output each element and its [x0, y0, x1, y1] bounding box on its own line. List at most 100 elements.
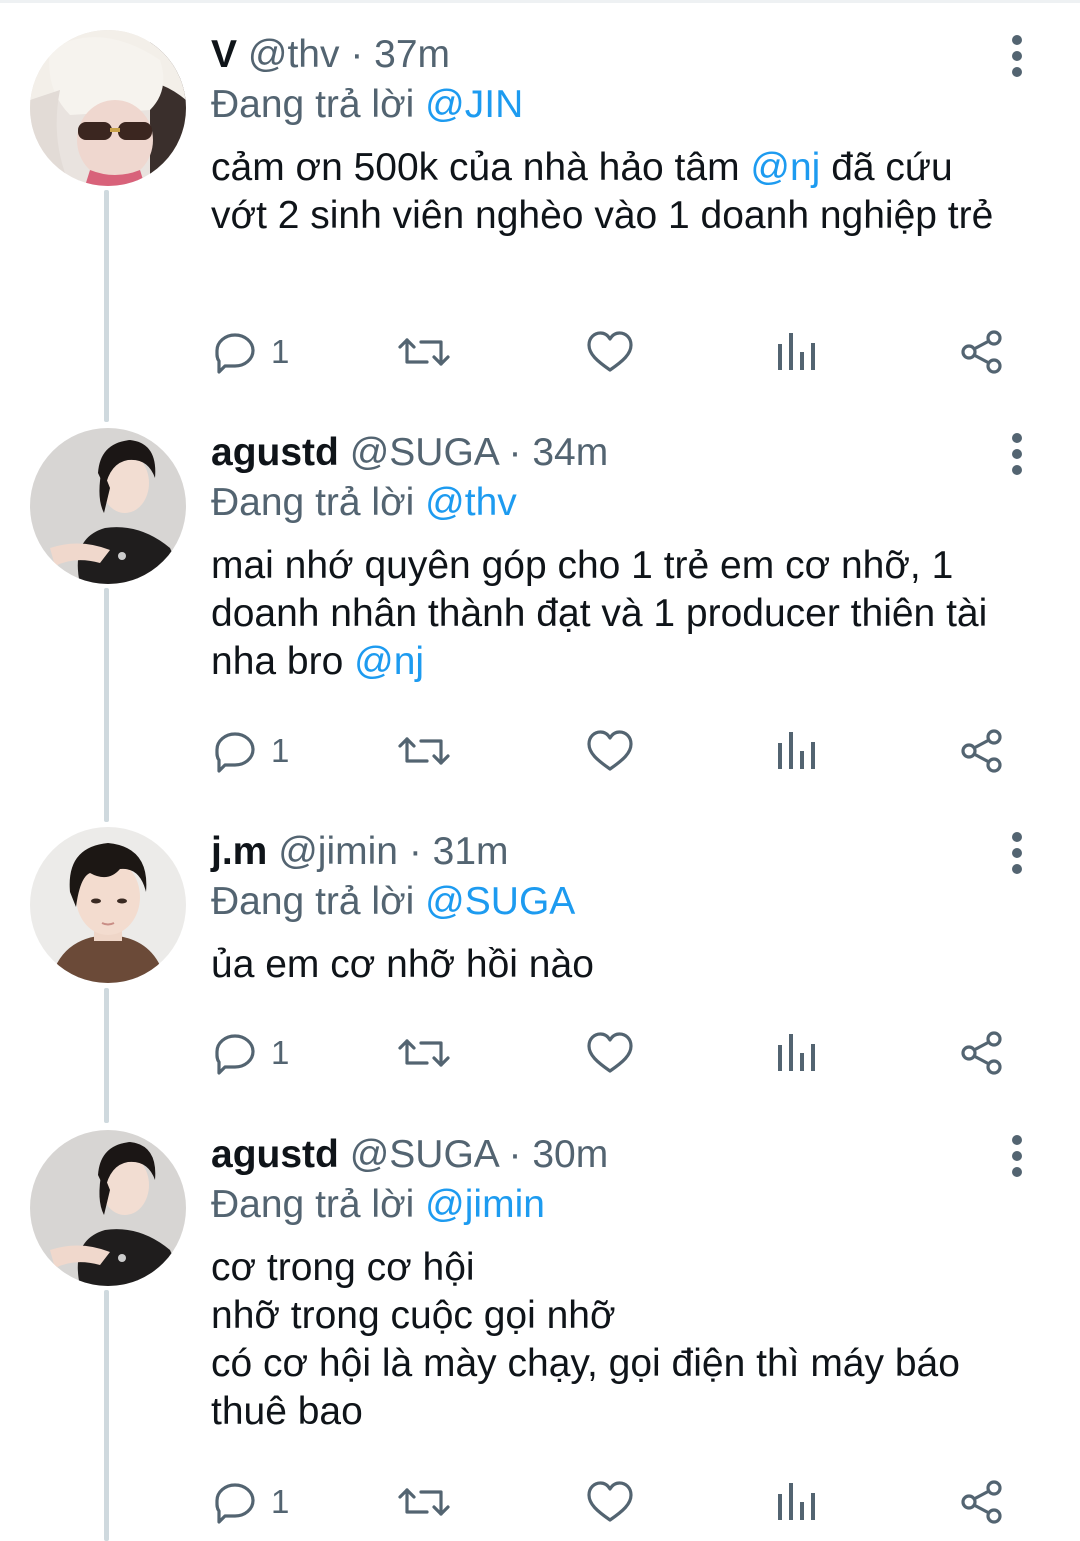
like-button[interactable] — [585, 721, 635, 781]
share-icon — [961, 729, 1002, 773]
tweet-text: cảm ơn 500k của nhà hảo tâm @nj đã cứu v… — [211, 144, 1011, 240]
mention-link[interactable]: @nj — [354, 640, 424, 683]
reply-bubble-icon — [215, 333, 255, 374]
timestamp[interactable]: 34m — [532, 431, 608, 474]
reply-button[interactable]: 1 — [211, 1472, 289, 1532]
bar-chart-icon — [778, 333, 815, 370]
heart-icon — [587, 1481, 633, 1522]
separator: · — [508, 1133, 522, 1176]
share-button[interactable] — [959, 721, 1005, 781]
tweet-text-part: cơ trong cơ hội nhỡ trong cuộc gọi nhỡ c… — [211, 1246, 960, 1433]
display-name[interactable]: j.m — [211, 830, 267, 873]
reply-count: 1 — [271, 333, 290, 370]
handle[interactable]: @SUGA — [350, 1133, 498, 1176]
separator: · — [408, 830, 422, 873]
replying-to-label: Đang trả lời — [211, 880, 426, 923]
replying-to: Đang trả lời @SUGA — [211, 877, 1011, 927]
more-vertical-icon[interactable] — [1001, 32, 1033, 80]
tweet[interactable]: agustd @SUGA · 34m Đang trả lời @thv mai… — [0, 428, 1080, 788]
replying-to-mention[interactable]: @SUGA — [425, 880, 575, 923]
share-icon — [961, 1480, 1002, 1524]
reply-button[interactable]: 1 — [211, 322, 289, 382]
reply-bubble-icon — [215, 732, 255, 773]
handle[interactable]: @jimin — [278, 830, 398, 873]
tweet[interactable]: V @thv · 37m Đang trả lời @JIN cảm ơn 50… — [0, 30, 1080, 390]
share-icon — [961, 330, 1002, 374]
heart-icon — [587, 730, 633, 771]
tweet-header: agustd @SUGA · 30m — [211, 1130, 1011, 1180]
share-icon — [961, 1031, 1002, 1075]
tweet-text-part: ủa em cơ nhỡ hồi nào — [211, 943, 594, 986]
retweet-button[interactable] — [397, 322, 451, 382]
reply-count: 1 — [271, 1483, 290, 1520]
replying-to-mention[interactable]: @thv — [425, 481, 517, 524]
replying-to: Đang trả lời @jimin — [211, 1180, 1011, 1230]
tweet-text: cơ trong cơ hội nhỡ trong cuộc gọi nhỡ c… — [211, 1244, 1011, 1436]
handle[interactable]: @SUGA — [350, 431, 498, 474]
separator: · — [350, 33, 364, 76]
replying-to: Đang trả lời @JIN — [211, 80, 1011, 130]
tweet-header: j.m @jimin · 31m — [211, 827, 1011, 877]
reply-bubble-icon — [215, 1034, 255, 1075]
more-vertical-icon[interactable] — [1001, 829, 1033, 877]
tweet-actions: 1 — [211, 1023, 1031, 1083]
tweet-header: V @thv · 37m — [211, 30, 1011, 80]
views-button[interactable] — [774, 1472, 818, 1532]
views-button[interactable] — [774, 721, 818, 781]
retweet-icon — [398, 737, 450, 765]
display-name[interactable]: agustd — [211, 1133, 339, 1176]
timestamp[interactable]: 31m — [433, 830, 509, 873]
tweet-actions: 1 — [211, 1472, 1031, 1532]
like-button[interactable] — [585, 1472, 635, 1532]
timestamp[interactable]: 30m — [532, 1133, 608, 1176]
share-button[interactable] — [959, 322, 1005, 382]
bar-chart-icon — [778, 732, 815, 769]
replying-to: Đang trả lời @thv — [211, 478, 1011, 528]
heart-icon — [587, 1032, 633, 1073]
replying-to-label: Đang trả lời — [211, 1183, 426, 1226]
tweet-actions: 1 — [211, 721, 1031, 781]
avatar[interactable] — [30, 827, 186, 983]
tweet[interactable]: j.m @jimin · 31m Đang trả lời @SUGA ủa e… — [0, 827, 1080, 1097]
display-name[interactable]: agustd — [211, 431, 339, 474]
retweet-icon — [398, 1488, 450, 1516]
tweet-text: ủa em cơ nhỡ hồi nào — [211, 941, 1011, 989]
avatar[interactable] — [30, 428, 186, 584]
retweet-icon — [398, 1039, 450, 1067]
tweet-text-part: cảm ơn 500k của nhà hảo tâm — [211, 146, 751, 189]
avatar[interactable] — [30, 30, 186, 186]
reply-count: 1 — [271, 732, 290, 769]
retweet-button[interactable] — [397, 1472, 451, 1532]
tweet-text: mai nhớ quyên góp cho 1 trẻ em cơ nhỡ, 1… — [211, 542, 1011, 686]
display-name[interactable]: V — [211, 33, 237, 76]
tweet-text-part: mai nhớ quyên góp cho 1 trẻ em cơ nhỡ, 1… — [211, 544, 988, 683]
retweet-button[interactable] — [397, 721, 451, 781]
replying-to-mention[interactable]: @jimin — [425, 1183, 545, 1226]
mention-link[interactable]: @nj — [750, 146, 820, 189]
heart-icon — [587, 331, 633, 372]
views-button[interactable] — [774, 322, 818, 382]
avatar[interactable] — [30, 1130, 186, 1286]
more-vertical-icon[interactable] — [1001, 430, 1033, 478]
tweet-actions: 1 — [211, 322, 1031, 382]
views-button[interactable] — [774, 1023, 818, 1083]
tweet[interactable]: agustd @SUGA · 30m Đang trả lời @jimin c… — [0, 1130, 1080, 1530]
like-button[interactable] — [585, 322, 635, 382]
like-button[interactable] — [585, 1023, 635, 1083]
handle[interactable]: @thv — [248, 33, 340, 76]
more-vertical-icon[interactable] — [1001, 1132, 1033, 1180]
retweet-button[interactable] — [397, 1023, 451, 1083]
replying-to-label: Đang trả lời — [211, 481, 426, 524]
share-button[interactable] — [959, 1472, 1005, 1532]
share-button[interactable] — [959, 1023, 1005, 1083]
separator: · — [508, 431, 522, 474]
bar-chart-icon — [778, 1483, 815, 1520]
reply-button[interactable]: 1 — [211, 721, 289, 781]
reply-button[interactable]: 1 — [211, 1023, 289, 1083]
replying-to-mention[interactable]: @JIN — [425, 83, 523, 126]
replying-to-label: Đang trả lời — [211, 83, 426, 126]
reply-bubble-icon — [215, 1483, 255, 1524]
tweet-header: agustd @SUGA · 34m — [211, 428, 1011, 478]
reply-count: 1 — [271, 1034, 290, 1071]
timestamp[interactable]: 37m — [374, 33, 450, 76]
